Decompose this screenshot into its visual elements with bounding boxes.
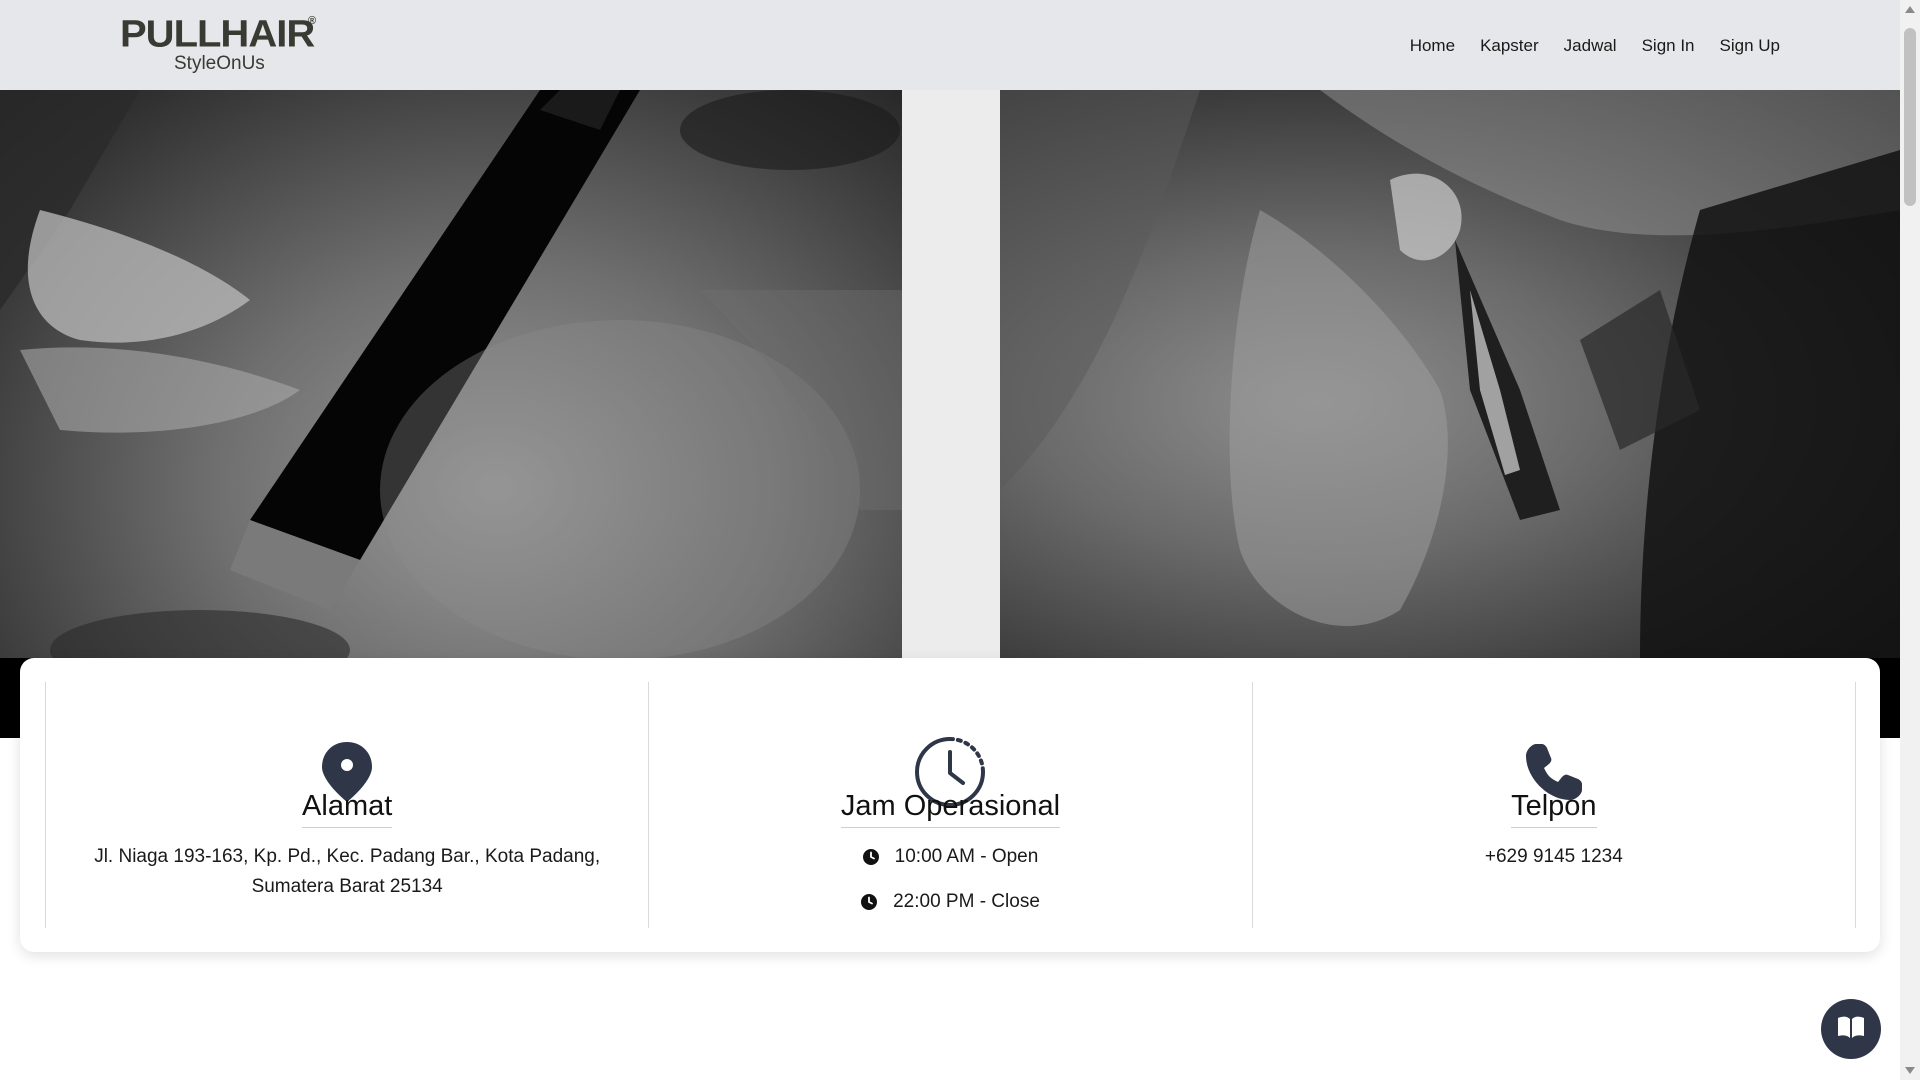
brand-name: PULLHAIR xyxy=(120,13,315,55)
nav-sign-up[interactable]: Sign Up xyxy=(1720,34,1780,58)
page-scrollbar[interactable] xyxy=(1900,0,1920,1080)
nav-home[interactable]: Home xyxy=(1410,34,1455,58)
brand-tagline: StyleOnUs xyxy=(174,53,265,74)
nav-jadwal[interactable]: Jadwal xyxy=(1564,34,1617,58)
hero-divider xyxy=(902,90,1000,658)
hero-image-trim xyxy=(1000,90,1900,658)
nav-kapster[interactable]: Kapster xyxy=(1480,34,1539,58)
trimmer-illustration xyxy=(1000,90,1900,658)
scroll-down-arrow-icon[interactable] xyxy=(1905,1067,1915,1074)
address-text: Jl. Niaga 193-163, Kp. Pd., Kec. Padang … xyxy=(94,846,601,897)
book-button[interactable] xyxy=(1821,999,1881,1059)
phone-section: Telpon +629 9145 1234 xyxy=(1251,682,1856,928)
hours-close-row: 22:00 PM - Close xyxy=(649,887,1251,917)
small-clock-icon xyxy=(861,894,878,910)
phone-title: Telpon xyxy=(1511,790,1597,828)
hero-image-shave xyxy=(0,90,902,658)
phone-number[interactable]: +629 9145 1234 xyxy=(1293,842,1815,872)
main-nav: Home Kapster Jadwal Sign In Sign Up xyxy=(1410,34,1780,58)
hours-section: Jam Operasional 10:00 AM - Open 22:00 PM… xyxy=(648,682,1253,928)
hours-list: 10:00 AM - Open 22:00 PM - Close xyxy=(649,842,1251,932)
hero-banner xyxy=(0,90,1900,738)
scroll-thumb[interactable] xyxy=(1904,28,1916,206)
nav-sign-in[interactable]: Sign In xyxy=(1642,34,1695,58)
info-card: Alamat Jl. Niaga 193-163, Kp. Pd., Kec. … xyxy=(20,658,1880,952)
hours-open-row: 10:00 AM - Open xyxy=(649,842,1251,872)
brand-logo[interactable]: PULLHAIR ® StyleOnUs xyxy=(120,14,320,76)
address-title: Alamat xyxy=(302,790,393,828)
book-icon xyxy=(1836,1014,1866,1045)
razor-shave-illustration xyxy=(0,90,902,658)
hours-close: 22:00 PM - Close xyxy=(893,891,1040,912)
navbar: PULLHAIR ® StyleOnUs Home Kapster Jadwal… xyxy=(0,0,1900,90)
small-clock-icon xyxy=(862,849,879,865)
hours-title: Jam Operasional xyxy=(840,790,1061,828)
address-section: Alamat Jl. Niaga 193-163, Kp. Pd., Kec. … xyxy=(45,682,650,928)
hours-open: 10:00 AM - Open xyxy=(894,846,1039,867)
registered-mark: ® xyxy=(308,15,317,27)
scroll-up-arrow-icon[interactable] xyxy=(1905,6,1915,13)
